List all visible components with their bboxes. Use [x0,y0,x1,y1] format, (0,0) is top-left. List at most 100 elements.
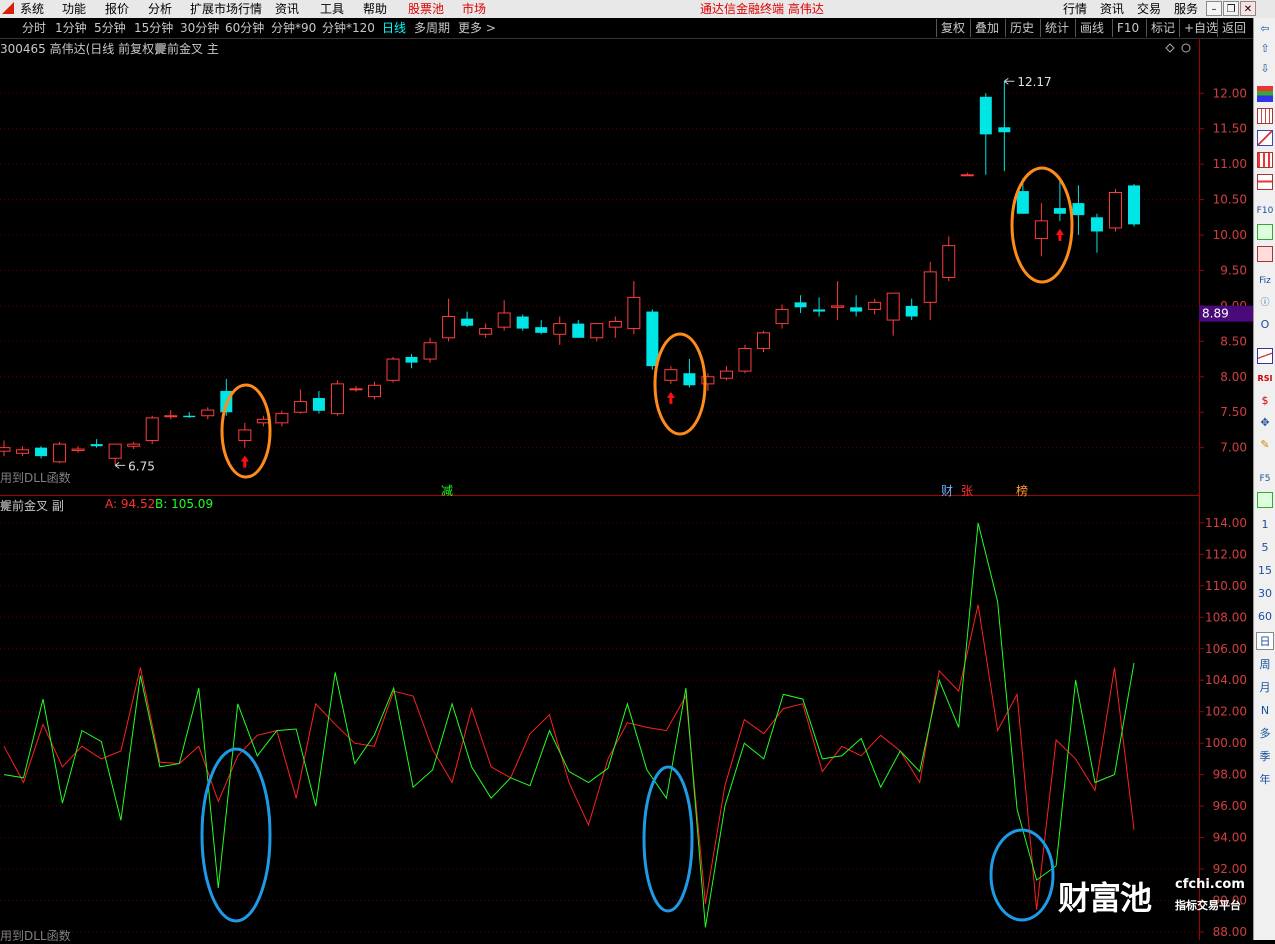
period-btn-15[interactable]: 15 [1256,562,1274,580]
table-icon[interactable] [1257,108,1273,124]
rsi-icon[interactable]: RSI [1256,370,1274,388]
period-60min[interactable]: 60分钟 [225,18,264,38]
restore-icon[interactable]: ❐ [1223,1,1239,16]
candle-body-down [813,309,826,312]
period-btn-1[interactable]: 1 [1256,516,1274,534]
menu-system[interactable]: 系统 [20,0,44,18]
candle-body-down [979,96,992,135]
period-btn-30[interactable]: 30 [1256,585,1274,603]
menu-right-trade[interactable]: 交易 [1137,0,1161,18]
high-price-label: 12.17 [1017,75,1051,89]
period-btn-n[interactable]: N [1256,702,1274,720]
period-btn-week[interactable]: 周 [1256,656,1274,674]
period-120min[interactable]: 分钟*120 [322,18,375,38]
scroll-left-icon[interactable]: ⇦ [1256,20,1274,38]
candle-body-up [164,415,178,418]
low-marker-arrow [114,461,126,469]
menu-news[interactable]: 资讯 [275,0,299,18]
menu-function[interactable]: 功能 [62,0,86,18]
period-90min[interactable]: 分钟*90 [271,18,316,38]
dollar-icon[interactable]: $ [1256,392,1274,410]
candle-body-down [35,447,48,457]
main-chart-panel[interactable]: 300465 高伟达(日线 前复权) 提前金叉 主 7.00 7.50 8.00 8.… [0,38,1253,498]
multi-color-grid-icon[interactable] [1257,86,1273,102]
period-30min[interactable]: 30分钟 [180,18,219,38]
period-btn-year[interactable]: 年 [1256,771,1274,789]
candle-body-up [590,323,604,339]
candle-body-up [0,447,11,452]
tool-history[interactable]: 历史 [1005,19,1038,37]
tool-back[interactable]: 返回 [1217,19,1250,37]
pencil-icon[interactable]: ✎ [1256,436,1274,454]
period-minute-chart[interactable]: 分时 [22,18,46,38]
candle-body-down [461,318,474,326]
menu-stock-pool[interactable]: 股票池 [408,0,444,18]
period-btn-day[interactable]: 日 [1256,632,1274,650]
tool-statistics[interactable]: 统计 [1040,19,1073,37]
close-icon[interactable]: ✕ [1240,1,1256,16]
watermark: 财富池 cfchi.com 指标交易平台 [1058,873,1248,917]
menu-right-service[interactable]: 服务 [1174,0,1198,18]
period-5min[interactable]: 5分钟 [94,18,126,38]
period-btn-multi[interactable]: 多 [1256,725,1274,743]
scroll-down-icon[interactable]: ⇩ [1256,60,1274,78]
y-tick-label: 11.00 [1213,157,1247,171]
y-tick-label: 10.50 [1213,193,1247,207]
tool-adjust[interactable]: 复权 [936,19,969,37]
period-daily[interactable]: 日线 [382,18,406,38]
tool-overlay[interactable]: 叠加 [970,19,1003,37]
menu-right-quote[interactable]: 行情 [1063,0,1087,18]
trend-chart-icon[interactable] [1257,130,1273,146]
wave-chart-icon[interactable] [1257,348,1273,364]
scroll-up-icon[interactable]: ⇧ [1256,40,1274,58]
tool-draw-line[interactable]: 画线 [1075,19,1108,37]
y-tick-label: 98.00 [1213,768,1247,782]
info-icon[interactable]: ⓘ [1256,294,1274,312]
move-cross-icon[interactable]: ✥ [1256,414,1274,432]
period-btn-60[interactable]: 60 [1256,608,1274,626]
candle-body-up [1034,220,1048,240]
menu-analysis[interactable]: 分析 [148,0,172,18]
picture-icon[interactable] [1257,492,1273,508]
menu-right-news[interactable]: 资讯 [1100,0,1124,18]
candle-body-up [497,312,511,328]
candle-body-down [405,356,418,363]
candlestick-chart[interactable]: 7.007.508.008.509.009.5010.0010.5011.001… [0,38,1253,498]
period-multi[interactable]: 多周期 [414,18,450,38]
f10-icon[interactable]: F10 [1256,202,1274,220]
period-15min[interactable]: 15分钟 [134,18,173,38]
period-btn-quarter[interactable]: 季 [1256,748,1274,766]
candle-body-up [886,292,900,321]
period-btn-5[interactable]: 5 [1256,539,1274,557]
y-tick-label: 112.00 [1205,547,1247,561]
kline-chart-icon[interactable] [1257,152,1273,168]
low-price-label: 6.75 [128,459,155,473]
period-btn-month[interactable]: 月 [1256,679,1274,697]
period-more[interactable]: 更多 > [458,18,496,38]
f5-icon[interactable]: F5 [1256,470,1274,488]
menu-help[interactable]: 帮助 [363,0,387,18]
tool-add-watchlist[interactable]: +自选 [1179,19,1222,37]
y-tick-label: 8.00 [1220,370,1247,384]
candle-body-up [423,342,437,360]
tool-f10[interactable]: F10 [1112,19,1143,37]
window-title: 通达信金融终端 高伟达 [700,2,824,16]
y-tick-label: 96.00 [1213,799,1247,813]
candle-body-down [183,415,196,418]
menu-extended-market[interactable]: 扩展市场行情 [190,0,262,18]
circle-o-icon[interactable]: O [1256,316,1274,334]
candle-body-up [627,296,641,330]
y-tick-label: 104.00 [1205,673,1247,687]
list-icon[interactable] [1257,174,1273,190]
candle-body-down [1090,217,1103,232]
tool-mark[interactable]: 标记 [1146,19,1179,37]
report-icon[interactable] [1257,246,1273,262]
menu-quote[interactable]: 报价 [105,0,129,18]
period-1min[interactable]: 1分钟 [55,18,87,38]
menu-tools[interactable]: 工具 [320,0,344,18]
menu-market[interactable]: 市场 [462,0,486,18]
y-tick-label: 114.00 [1205,516,1247,530]
note-icon[interactable] [1257,224,1273,240]
minimize-icon[interactable]: – [1206,1,1222,16]
fiz-icon[interactable]: Fiz [1256,272,1274,290]
